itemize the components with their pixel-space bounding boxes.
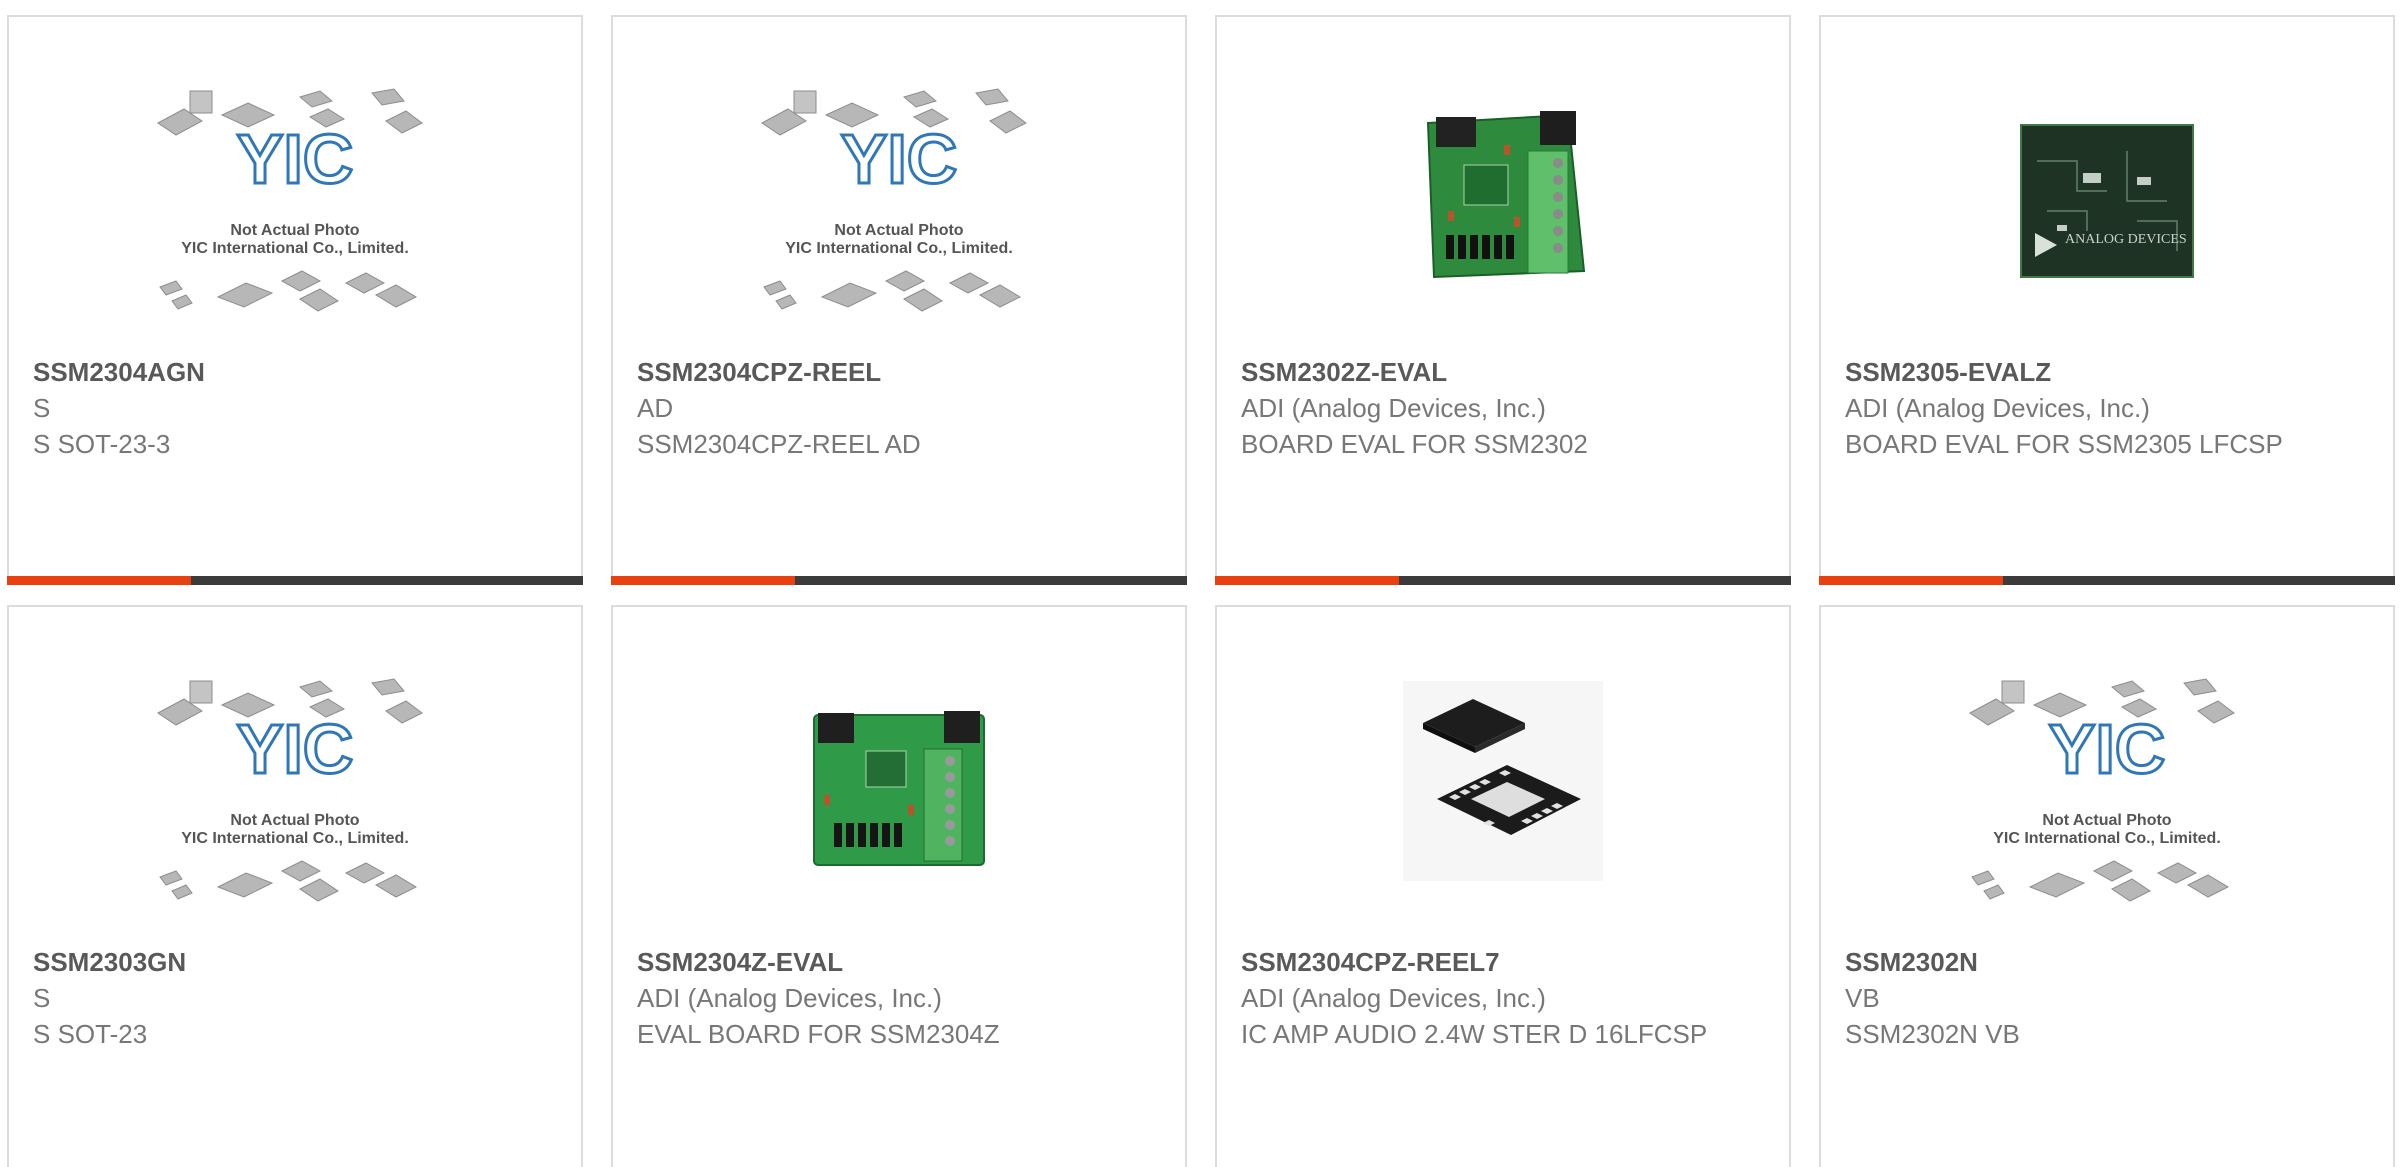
not-actual-photo-text: Not Actual Photo <box>834 222 963 239</box>
manufacturer-text: ADI (Analog Devices, Inc.) <box>637 983 942 1013</box>
product-card[interactable]: SSM2304CPZ-REEL7 ADI (Analog Devices, In… <box>1215 605 1791 1167</box>
product-card[interactable]: YIC Not Actual Photo YIC International C… <box>611 15 1187 585</box>
product-image[interactable] <box>1217 677 1789 949</box>
manufacturer-text: S <box>33 393 51 423</box>
part-number-link[interactable]: SSM2304AGN <box>33 354 561 390</box>
product-card[interactable]: SSM2304Z-EVAL ADI (Analog Devices, Inc.)… <box>611 605 1187 1167</box>
company-name-text: YIC International Co., Limited. <box>785 240 1013 257</box>
product-info: SSM2302Z-EVAL ADI (Analog Devices, Inc.)… <box>1241 354 1769 462</box>
part-number-link[interactable]: SSM2303GN <box>33 944 561 980</box>
company-name-text: YIC International Co., Limited. <box>181 240 409 257</box>
placeholder-image[interactable]: YIC Not Actual Photo YIC International C… <box>613 87 1185 359</box>
product-info: SSM2305-EVALZ ADI (Analog Devices, Inc.)… <box>1845 354 2373 462</box>
product-card[interactable]: YIC Not Actual Photo YIC International C… <box>7 15 583 585</box>
part-number-link[interactable]: SSM2304CPZ-REEL <box>637 354 1165 390</box>
card-accent-bar <box>1215 576 1399 585</box>
manufacturer-text: AD <box>637 393 674 423</box>
card-footer-bar <box>1215 576 1791 585</box>
not-actual-photo-text: Not Actual Photo <box>230 812 359 829</box>
description-text: S SOT-23 <box>33 1019 148 1049</box>
product-image[interactable]: ANALOG DEVICES <box>1821 87 2393 359</box>
manufacturer-text: ADI (Analog Devices, Inc.) <box>1241 393 1546 423</box>
description-text: EVAL BOARD FOR SSM2304Z <box>637 1019 1000 1049</box>
product-info: SSM2303GN S S SOT-23 <box>33 944 561 1052</box>
company-name-text: YIC International Co., Limited. <box>181 830 409 847</box>
manufacturer-text: VB <box>1845 983 1880 1013</box>
yic-logo-text: YIC <box>2049 710 2166 788</box>
product-card[interactable]: YIC Not Actual Photo YIC International C… <box>7 605 583 1167</box>
description-text: SSM2302N VB <box>1845 1019 2020 1049</box>
manufacturer-text: ADI (Analog Devices, Inc.) <box>1845 393 2150 423</box>
not-actual-photo-text: Not Actual Photo <box>230 222 359 239</box>
part-number-link[interactable]: SSM2302Z-EVAL <box>1241 354 1769 390</box>
card-footer-bar <box>611 576 1187 585</box>
placeholder-image[interactable]: YIC Not Actual Photo YIC International C… <box>1821 677 2393 949</box>
placeholder-image[interactable]: YIC Not Actual Photo YIC International C… <box>9 87 581 359</box>
card-footer-bar <box>1819 576 2395 585</box>
product-image[interactable] <box>613 677 1185 949</box>
part-number-link[interactable]: SSM2304CPZ-REEL7 <box>1241 944 1769 980</box>
company-name-text: YIC International Co., Limited. <box>1993 830 2221 847</box>
product-info: SSM2304AGN S S SOT-23-3 <box>33 354 561 462</box>
product-grid: YIC Not Actual Photo YIC International C… <box>0 0 2400 1167</box>
product-card[interactable]: ANALOG DEVICES SSM2305-EVALZ ADI (Analog… <box>1819 15 2395 585</box>
product-card[interactable]: YIC Not Actual Photo YIC International C… <box>1819 605 2395 1167</box>
product-card[interactable]: SSM2302Z-EVAL ADI (Analog Devices, Inc.)… <box>1215 15 1791 585</box>
product-info: SSM2302N VB SSM2302N VB <box>1845 944 2373 1052</box>
description-text: IC AMP AUDIO 2.4W STER D 16LFCSP <box>1241 1019 1708 1049</box>
card-accent-bar <box>7 576 191 585</box>
placeholder-image[interactable]: YIC Not Actual Photo YIC International C… <box>9 677 581 949</box>
description-text: SSM2304CPZ-REEL AD <box>637 429 921 459</box>
part-number-link[interactable]: SSM2304Z-EVAL <box>637 944 1165 980</box>
description-text: S SOT-23-3 <box>33 429 171 459</box>
yic-logo-text: YIC <box>841 120 958 198</box>
part-number-link[interactable]: SSM2305-EVALZ <box>1845 354 2373 390</box>
card-footer-bar <box>7 576 583 585</box>
description-text: BOARD EVAL FOR SSM2305 LFCSP <box>1845 429 2283 459</box>
card-accent-bar <box>1819 576 2003 585</box>
product-info: SSM2304Z-EVAL ADI (Analog Devices, Inc.)… <box>637 944 1165 1052</box>
yic-logo-text: YIC <box>237 120 354 198</box>
not-actual-photo-text: Not Actual Photo <box>2042 812 2171 829</box>
product-image[interactable] <box>1217 87 1789 359</box>
card-accent-bar <box>611 576 795 585</box>
product-info: SSM2304CPZ-REEL7 ADI (Analog Devices, In… <box>1241 944 1769 1052</box>
board-brand-text: ANALOG DEVICES <box>2065 232 2187 247</box>
description-text: BOARD EVAL FOR SSM2302 <box>1241 429 1588 459</box>
product-info: SSM2304CPZ-REEL AD SSM2304CPZ-REEL AD <box>637 354 1165 462</box>
part-number-link[interactable]: SSM2302N <box>1845 944 2373 980</box>
yic-logo-text: YIC <box>237 710 354 788</box>
manufacturer-text: ADI (Analog Devices, Inc.) <box>1241 983 1546 1013</box>
manufacturer-text: S <box>33 983 51 1013</box>
